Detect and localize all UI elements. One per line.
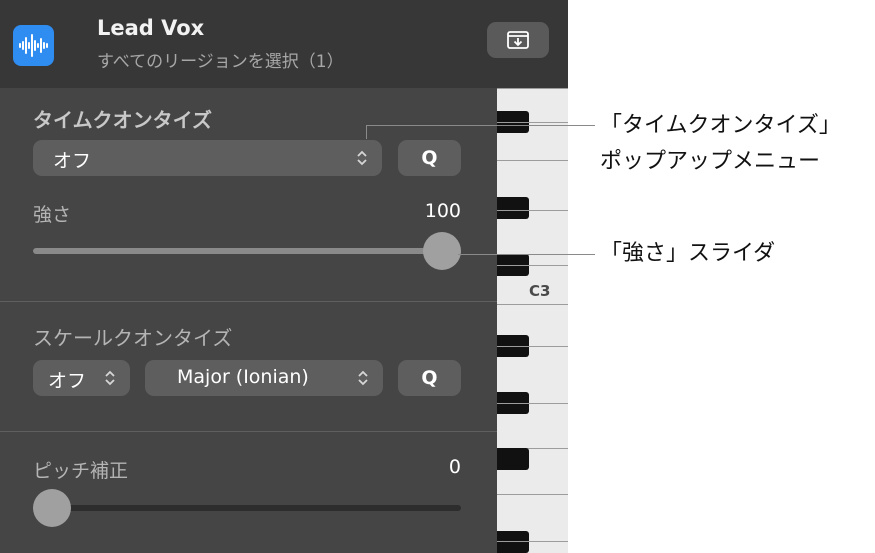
strength-slider[interactable] xyxy=(33,232,461,270)
scale-popup[interactable]: Major (Ionian) xyxy=(145,360,383,396)
white-key-divider xyxy=(497,346,568,347)
white-key-divider xyxy=(497,541,568,542)
chevron-updown-icon xyxy=(105,370,115,386)
slider-callout: 「強さ」スライダ xyxy=(600,241,776,266)
popup-callout-leader xyxy=(366,125,595,126)
strength-value: 100 xyxy=(424,200,461,222)
scale-quantize-q-button[interactable]: Q xyxy=(398,360,461,396)
pitch-correction-slider-knob[interactable] xyxy=(33,489,71,527)
pitch-correction-label: ピッチ補正 xyxy=(33,460,129,482)
section-divider xyxy=(0,431,497,432)
section-divider xyxy=(0,301,497,302)
time-quantize-q-button[interactable]: Q xyxy=(398,140,461,176)
white-key-divider xyxy=(497,494,568,495)
strength-slider-fill xyxy=(33,248,442,254)
white-key-divider xyxy=(497,160,568,161)
popup-callout-leader xyxy=(366,125,367,139)
time-quantize-popup[interactable]: オフ xyxy=(33,140,382,176)
pitch-correction-value: 0 xyxy=(448,456,461,478)
white-key-divider xyxy=(497,88,568,89)
piano-keyboard[interactable]: C3 xyxy=(497,88,568,553)
time-quantize-value: オフ xyxy=(53,150,92,172)
popup-callout-line1: 「タイムクオンタイズ」 xyxy=(600,113,841,138)
scale-quantize-mode-value: オフ xyxy=(48,370,87,392)
scale-quantize-mode-popup[interactable]: オフ xyxy=(33,360,130,396)
pitch-correction-slider[interactable] xyxy=(33,489,461,527)
scale-value: Major (Ionian) xyxy=(177,366,309,388)
selection-subtitle: すべてのリージョンを選択（1） xyxy=(97,52,344,72)
chevron-updown-icon xyxy=(358,370,368,386)
track-header: Lead Vox すべてのリージョンを選択（1） xyxy=(0,0,568,88)
strength-label: 強さ xyxy=(33,204,72,226)
octave-label: C3 xyxy=(529,282,551,300)
white-key-divider xyxy=(497,265,568,266)
black-key[interactable] xyxy=(497,448,529,470)
scale-quantize-title: スケールクオンタイズ xyxy=(33,326,233,350)
popup-callout-line2: ポップアップメニュー xyxy=(600,149,821,174)
white-key-divider xyxy=(497,210,568,211)
audio-waveform-icon xyxy=(13,25,54,66)
track-name: Lead Vox xyxy=(97,16,205,40)
time-quantize-title: タイムクオンタイズ xyxy=(33,108,212,132)
export-button[interactable] xyxy=(487,22,549,58)
black-key[interactable] xyxy=(497,197,529,219)
region-inspector-panel: Lead Vox すべてのリージョンを選択（1） C3 タイムクオンタイズ オフ… xyxy=(0,0,568,553)
strength-slider-knob[interactable] xyxy=(423,232,461,270)
quantize-inspector: タイムクオンタイズ オフ Q 強さ 100 スケールクオンタイズ オフ Majo… xyxy=(0,88,497,553)
chevron-updown-icon xyxy=(357,150,367,166)
download-tray-icon xyxy=(507,31,529,49)
slider-callout-leader xyxy=(458,254,595,255)
black-key[interactable] xyxy=(497,531,529,553)
white-key-divider xyxy=(497,304,568,305)
white-key-divider xyxy=(497,122,568,123)
white-key-divider xyxy=(497,403,568,404)
